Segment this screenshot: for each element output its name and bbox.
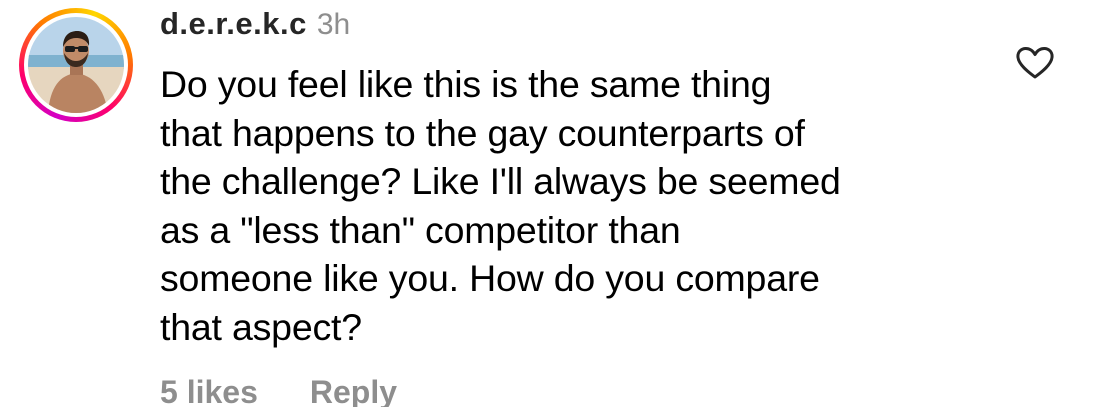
comment-text-line: the challenge? Like I'll always be seeme… — [160, 160, 841, 203]
avatar[interactable] — [28, 17, 124, 113]
comment-text-line: that aspect? — [160, 305, 362, 348]
reply-button[interactable]: Reply — [310, 370, 397, 407]
heart-outline-icon[interactable] — [1015, 46, 1055, 80]
comment-body: d.e.r.e.k.c 3h Do you feel like this is … — [160, 2, 990, 352]
comment-text: Do you feel like this is the same thing … — [160, 60, 990, 352]
avatar-story-ring[interactable] — [19, 8, 133, 122]
username[interactable]: d.e.r.e.k.c — [160, 2, 307, 46]
comment-header: d.e.r.e.k.c 3h — [160, 2, 990, 46]
comment-text-line: Do you feel like this is the same thing — [160, 63, 772, 105]
comment: d.e.r.e.k.c 3h Do you feel like this is … — [0, 0, 1110, 407]
comment-text-line: someone like you. How do you compare — [160, 257, 820, 300]
comment-text-line: as a "less than" competitor than — [160, 208, 681, 251]
avatar-gap — [24, 13, 128, 117]
timestamp: 3h — [316, 8, 351, 41]
likes-count-button[interactable]: 5 likes — [160, 370, 258, 407]
comment-text-line: that happens to the gay counterparts of — [160, 111, 805, 154]
comment-actions: 5 likes Reply — [160, 370, 397, 407]
